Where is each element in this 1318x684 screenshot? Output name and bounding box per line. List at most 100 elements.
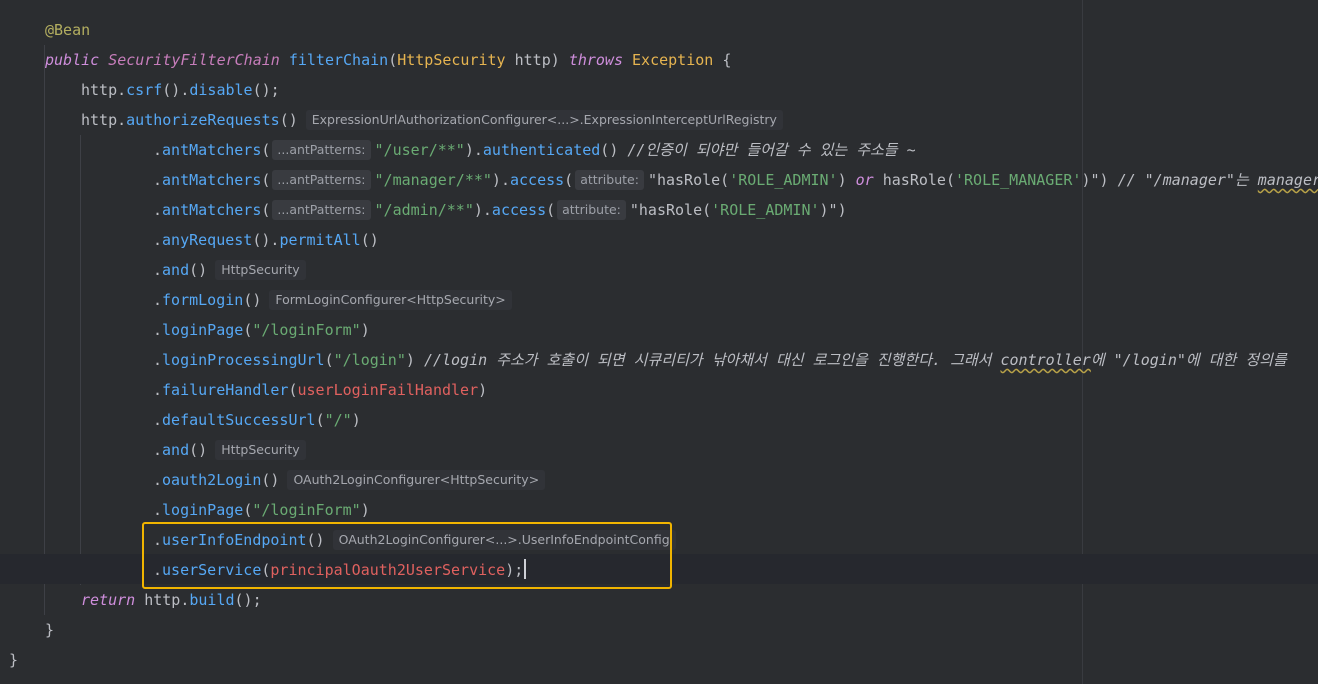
code-line[interactable]: .loginPage("/loginForm") [153,315,370,345]
method-call-token: anyRequest [162,231,253,249]
code-token: . [153,321,163,339]
code-line[interactable]: .antMatchers(...antPatterns: "/admin/**")… [153,195,847,225]
code-line[interactable]: .and() HttpSecurity [153,435,306,465]
code-token: . [153,231,163,249]
string-literal-token: "/loginForm" [252,321,361,339]
code-token: ); [505,561,524,579]
comment-token: //인증이 되야만 들어갈 수 있는 주소들 ~ [627,141,916,159]
keyword-token: throws [568,51,623,69]
comment-token: manager와 [1257,171,1318,189]
code-token: ). [464,141,483,159]
code-line[interactable]: .userInfoEndpoint() OAuth2LoginConfigurer… [153,525,676,555]
comment-token: // "/manager"는 [1117,171,1258,189]
code-token: http) [505,51,569,69]
code-token: http. [81,111,127,129]
method-call-token: authenticated [482,141,601,159]
code-token: "hasRole( [629,201,712,219]
code-token: . [153,261,163,279]
code-token: . [153,171,163,189]
inlay-type-hint: OAuth2LoginConfigurer<...>.UserInfoEndpo… [332,530,676,550]
code-line[interactable]: .anyRequest().permitAll() [153,225,379,255]
code-token: hasRole( [873,171,955,189]
code-token: ) [360,321,370,339]
code-token: (). [162,81,190,99]
code-line[interactable]: .loginProcessingUrl("/login") //login 주소… [153,345,1287,375]
code-token: ( [243,321,253,339]
parameter-hint: ...antPatterns: [272,200,371,220]
code-token: } [9,651,19,669]
method-call-token: authorizeRequests [126,111,280,129]
parameter-hint: ...antPatterns: [272,140,371,160]
code-token: ( [388,51,398,69]
code-token: ). [491,171,510,189]
code-token: ( [546,201,556,219]
code-token: () [600,141,628,159]
code-token: (); [234,591,262,609]
code-token: http. [81,81,127,99]
code-line[interactable]: .userService(principalOauth2UserService)… [153,555,527,585]
code-line[interactable]: } [45,615,54,645]
code-token: "hasRole( [647,171,730,189]
code-line[interactable]: .formLogin() FormLoginConfigurer<HttpSecu… [153,285,512,315]
string-literal-token: 'ROLE_ADMIN' [729,171,838,189]
function-name-token: filterChain [288,51,389,69]
code-token: ( [315,411,325,429]
method-call-token: disable [189,81,253,99]
field-token: principalOauth2UserService [270,561,506,579]
code-line[interactable]: .oauth2Login() OAuth2LoginConfigurer<Http… [153,465,546,495]
code-line[interactable]: .antMatchers(...antPatterns: "/user/**").… [153,135,916,165]
code-line[interactable]: http.authorizeRequests() ExpressionUrlAut… [81,105,783,135]
comment-token: //login 주소가 호출이 되면 시큐리티가 낚아채서 대신 로그인을 진행… [423,351,1001,369]
code-token: . [153,441,163,459]
method-call-token: formLogin [162,291,244,309]
keyword-token: return [81,591,136,609]
inlay-type-hint: HttpSecurity [215,260,306,280]
method-call-token: defaultSuccessUrl [162,411,316,429]
keyword-token: public [45,51,100,69]
annotation-token: @Bean [45,21,91,39]
indent-guide-body [80,135,81,585]
string-literal-token: "/manager/**" [374,171,492,189]
code-line[interactable]: } [9,645,18,675]
code-token: ( [564,171,574,189]
code-token: ( [288,381,298,399]
code-token: ) [405,351,424,369]
string-literal-token: "/user/**" [374,141,465,159]
string-literal-token: "/" [324,411,352,429]
string-literal-token: "/login" [333,351,406,369]
method-call-token: userInfoEndpoint [162,531,307,549]
keyword-token: or [855,171,874,189]
code-line[interactable]: http.csrf().disable(); [81,75,280,105]
method-call-token: access [509,171,565,189]
code-line[interactable]: .loginPage("/loginForm") [153,495,370,525]
code-line[interactable]: @Bean [45,15,90,45]
comment-token: 에 "/login"에 대한 정의를 [1090,351,1287,369]
method-call-token: and [162,261,190,279]
method-call-token: failureHandler [162,381,289,399]
code-token: ) [360,501,370,519]
code-line[interactable]: .antMatchers(...antPatterns: "/manager/**… [153,165,1318,195]
code-line[interactable]: return http.build(); [81,585,262,615]
code-token: . [153,471,163,489]
code-line[interactable]: .and() HttpSecurity [153,255,306,285]
code-token: . [153,531,163,549]
code-token: ) [837,171,856,189]
code-token: ( [261,141,271,159]
code-token: () [189,261,208,279]
code-token: . [153,381,163,399]
method-call-token: userService [162,561,262,579]
code-token: . [153,561,163,579]
code-line[interactable]: public SecurityFilterChain filterChain(H… [45,45,731,75]
code-token: ). [473,201,492,219]
code-editor[interactable]: @Bean public SecurityFilterChain filterCh… [0,0,1318,684]
code-token: ( [243,501,253,519]
text-cursor [524,559,527,579]
code-token: { [713,51,732,69]
code-line[interactable]: .failureHandler(userLoginFailHandler) [153,375,487,405]
field-token: userLoginFailHandler [297,381,479,399]
code-line[interactable]: .defaultSuccessUrl("/") [153,405,361,435]
method-call-token: and [162,441,190,459]
method-call-token: permitAll [279,231,361,249]
code-token: )") [1081,171,1118,189]
